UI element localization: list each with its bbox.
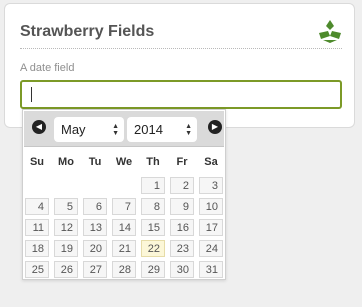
calendar-day[interactable]: 8 (141, 198, 165, 215)
calendar-day[interactable]: 23 (170, 240, 194, 257)
calendar-day[interactable]: 5 (54, 198, 78, 215)
calendar-day[interactable]: 15 (141, 219, 165, 236)
weekday-label: Mo (58, 156, 74, 168)
calendar-day[interactable]: 7 (112, 198, 136, 215)
strawberry-leaf-logo-icon (319, 20, 341, 43)
calendar-day[interactable]: 26 (54, 261, 78, 278)
weekday-label: We (115, 156, 133, 168)
month-select-value: May (61, 122, 86, 137)
date-field-label: A date field (20, 62, 75, 74)
chevron-right-icon[interactable]: ▶ (208, 120, 222, 134)
calendar-day[interactable]: 2 (170, 177, 194, 194)
select-arrows-icon: ▲ ▼ (112, 123, 119, 137)
calendar-day[interactable]: 21 (112, 240, 136, 257)
calendar-day[interactable]: 29 (141, 261, 165, 278)
datepicker-header: ◀ May ▲ ▼ 2014 ▲ ▼ ▶ (24, 111, 224, 147)
calendar-day[interactable]: 30 (170, 261, 194, 278)
calendar-day[interactable]: 4 (25, 198, 49, 215)
weekday-header-row: Su Mo Tu We Th Fr Sa (23, 156, 225, 170)
calendar-day[interactable]: 6 (83, 198, 107, 215)
weekday-label: Su (29, 156, 45, 168)
weekday-label: Sa (204, 156, 218, 168)
calendar-day[interactable]: 3 (199, 177, 223, 194)
calendar-day[interactable]: 27 (83, 261, 107, 278)
calendar-day[interactable]: 14 (112, 219, 136, 236)
year-select-value: 2014 (134, 122, 163, 137)
calendar-day[interactable]: 28 (112, 261, 136, 278)
calendar-day[interactable]: 1 (141, 177, 165, 194)
select-arrows-icon: ▲ ▼ (185, 123, 192, 137)
calendar-day[interactable]: 18 (25, 240, 49, 257)
calendar-day[interactable]: 20 (83, 240, 107, 257)
month-select[interactable]: May ▲ ▼ (54, 117, 124, 142)
calendar-day[interactable]: 11 (25, 219, 49, 236)
calendar-day[interactable]: 17 (199, 219, 223, 236)
calendar-day[interactable]: 9 (170, 198, 194, 215)
year-select[interactable]: 2014 ▲ ▼ (127, 117, 197, 142)
datepicker-popup: ◀ May ▲ ▼ 2014 ▲ ▼ ▶ Su Mo Tu We Th Fr Sa 123456… (22, 109, 226, 280)
calendar-day[interactable]: 16 (170, 219, 194, 236)
calendar-day[interactable]: 24 (199, 240, 223, 257)
weekday-label: Tu (88, 156, 102, 168)
calendar-day-today[interactable]: 22 (141, 240, 165, 257)
calendar-day[interactable]: 12 (54, 219, 78, 236)
calendar-day[interactable]: 31 (199, 261, 223, 278)
date-field-input[interactable] (20, 80, 342, 109)
card-title: Strawberry Fields (20, 23, 155, 40)
text-caret (31, 87, 32, 102)
calendar-day[interactable]: 25 (25, 261, 49, 278)
calendar-day[interactable]: 10 (199, 198, 223, 215)
calendar-day[interactable]: 19 (54, 240, 78, 257)
chevron-left-icon[interactable]: ◀ (32, 120, 46, 134)
calendar-day[interactable]: 13 (83, 219, 107, 236)
weekday-label: Fr (176, 156, 188, 168)
title-divider (20, 48, 342, 49)
weekday-label: Th (146, 156, 160, 168)
